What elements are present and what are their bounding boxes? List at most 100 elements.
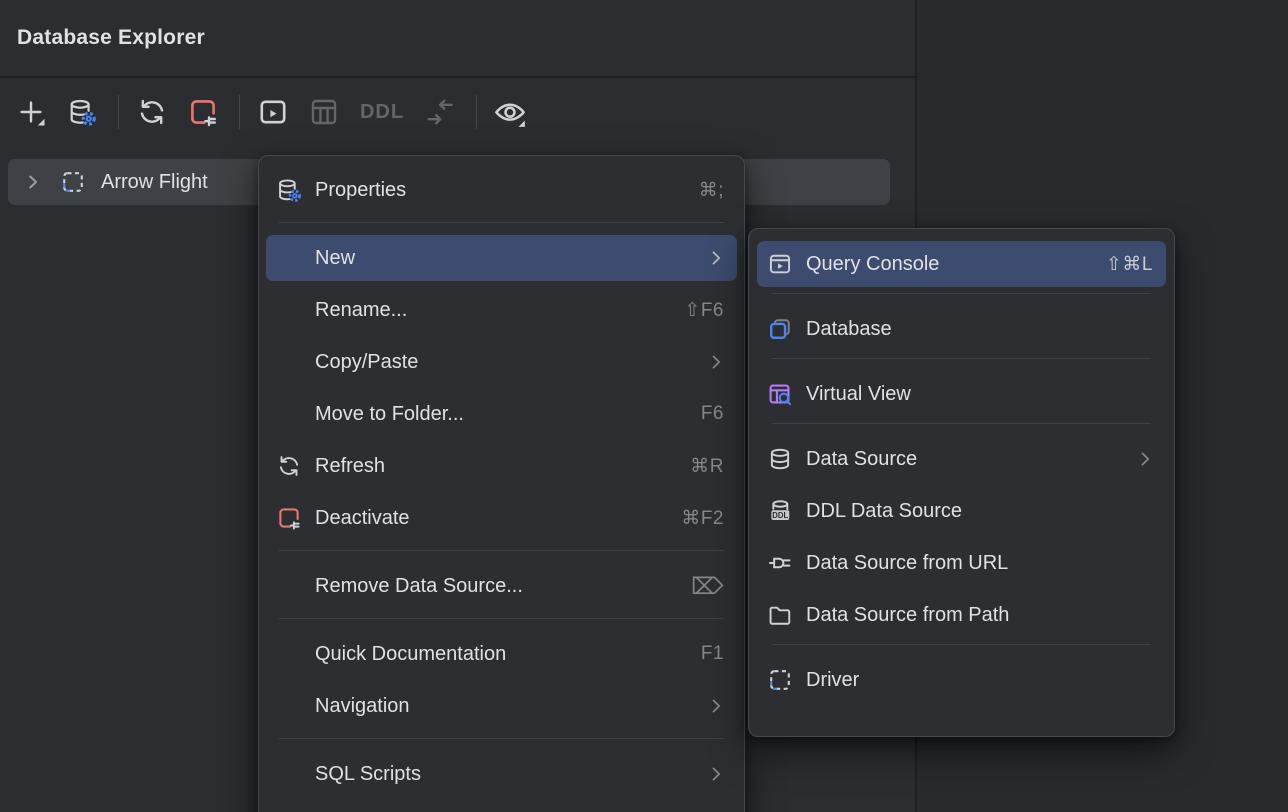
menu-item-shortcut: ⇧F6 (684, 299, 724, 322)
menu-item-shortcut: ⌘F2 (681, 507, 724, 530)
menu-item-properties[interactable]: Properties ⌘; (266, 167, 737, 213)
menu-item-remove-data-source[interactable]: Remove Data Source... ⌦ (266, 563, 737, 609)
menu-item-label: Copy/Paste (315, 351, 706, 374)
context-menu: Properties ⌘; New Rename... ⇧F6 Copy/Pas… (258, 155, 745, 812)
menu-item-label: Driver (806, 669, 1153, 692)
compare-button[interactable] (421, 93, 459, 131)
preview-button[interactable] (491, 93, 529, 131)
submenu-arrow-icon (706, 352, 726, 372)
menu-item-shortcut: F6 (701, 403, 724, 425)
deactivate-icon (187, 96, 219, 128)
menu-item-label: Rename... (315, 299, 684, 322)
data-source-icon (767, 446, 793, 472)
toolbar-separator (118, 95, 119, 129)
menu-item-label: SQL Scripts (315, 763, 706, 786)
menu-item-label: Data Source from Path (806, 604, 1153, 627)
compare-arrows-icon (424, 96, 456, 128)
menu-item-shortcut: ⌘; (699, 179, 724, 202)
submenu-item-ddl-data-source[interactable]: DDL DDL Data Source (757, 488, 1166, 534)
menu-item-label: DDL Data Source (806, 500, 1153, 523)
table-icon (308, 96, 340, 128)
submenu-item-query-console[interactable]: Query Console ⇧⌘L (757, 241, 1166, 287)
refresh-button[interactable] (133, 93, 171, 131)
menu-item-rename[interactable]: Rename... ⇧F6 (266, 287, 737, 333)
submenu-item-data-source-from-url[interactable]: Data Source from URL (757, 540, 1166, 586)
ddl-data-source-icon: DDL (767, 498, 793, 524)
submenu-arrow-icon (706, 248, 726, 268)
menu-item-sql-scripts[interactable]: SQL Scripts (266, 751, 737, 797)
menu-item-shortcut: ⇧⌘L (1106, 253, 1153, 276)
new-submenu: Query Console ⇧⌘L Database Virtual View (748, 228, 1175, 737)
menu-item-copy-paste[interactable]: Copy/Paste (266, 339, 737, 385)
menu-item-label: Virtual View (806, 383, 1153, 406)
menu-item-label: New (315, 247, 706, 270)
eye-icon (493, 95, 527, 129)
menu-separator (279, 550, 724, 551)
menu-item-label: Navigation (315, 695, 706, 718)
table-button[interactable] (305, 93, 343, 131)
menu-item-label: Quick Documentation (315, 643, 701, 666)
svg-text:DDL: DDL (772, 511, 788, 520)
toolbar-separator (476, 95, 477, 129)
tree-item-label: Arrow Flight (101, 171, 208, 194)
menu-separator (772, 293, 1151, 294)
add-button[interactable] (12, 93, 50, 131)
deactivate-button[interactable] (184, 93, 222, 131)
submenu-item-database[interactable]: Database (757, 306, 1166, 352)
submenu-arrow-icon (1135, 449, 1155, 469)
refresh-icon (136, 96, 168, 128)
ddl-button[interactable]: DDL (356, 93, 408, 131)
jump-to-query-console-button[interactable] (254, 93, 292, 131)
submenu-item-data-source[interactable]: Data Source (757, 436, 1166, 482)
menu-item-shortcut: F1 (701, 643, 724, 665)
panel-header: Database Explorer (0, 0, 915, 78)
menu-item-new[interactable]: New (266, 235, 737, 281)
submenu-item-driver[interactable]: Driver (757, 657, 1166, 703)
menu-item-deactivate[interactable]: Deactivate ⌘F2 (266, 495, 737, 541)
query-console-icon (257, 96, 289, 128)
menu-separator (279, 222, 724, 223)
menu-item-label: Properties (315, 179, 699, 202)
folder-icon (767, 602, 793, 628)
menu-item-label: Data Source from URL (806, 552, 1153, 575)
submenu-item-data-source-from-path[interactable]: Data Source from Path (757, 592, 1166, 638)
toolbar-separator (239, 95, 240, 129)
page-title: Database Explorer (17, 26, 205, 50)
driver-icon (767, 667, 793, 693)
menu-item-label: Remove Data Source... (315, 575, 691, 598)
menu-item-navigation[interactable]: Navigation (266, 683, 737, 729)
query-console-icon (767, 251, 793, 277)
menu-separator (772, 644, 1151, 645)
menu-item-refresh[interactable]: Refresh ⌘R (266, 443, 737, 489)
menu-item-label: Move to Folder... (315, 403, 701, 426)
refresh-icon (276, 453, 302, 479)
app-root: { "window": { "title": "Database Explore… (0, 0, 1288, 812)
delete-key-icon: ⌦ (691, 573, 724, 600)
menu-item-label: Query Console (806, 253, 1106, 276)
data-source-properties-button[interactable] (63, 93, 101, 131)
menu-item-shortcut: ⌘R (690, 455, 724, 478)
menu-separator (279, 618, 724, 619)
virtual-view-icon (767, 381, 793, 407)
plug-icon (767, 550, 793, 576)
menu-separator (279, 738, 724, 739)
menu-item-label: Refresh (315, 455, 690, 478)
submenu-arrow-icon (706, 696, 726, 716)
menu-item-label: Database (806, 318, 1153, 341)
database-icon (767, 316, 793, 342)
menu-item-move-to-folder[interactable]: Move to Folder... F6 (266, 391, 737, 437)
menu-item-label: Data Source (806, 448, 1135, 471)
menu-separator (772, 358, 1151, 359)
chevron-right-icon[interactable] (22, 171, 44, 193)
menu-item-quick-documentation[interactable]: Quick Documentation F1 (266, 631, 737, 677)
ddl-label: DDL (360, 101, 404, 124)
menu-separator (772, 423, 1151, 424)
plus-icon (16, 97, 46, 127)
driver-icon (60, 169, 86, 195)
deactivate-icon (276, 505, 302, 531)
submenu-arrow-icon (706, 764, 726, 784)
submenu-item-virtual-view[interactable]: Virtual View (757, 371, 1166, 417)
database-settings-icon (67, 97, 97, 127)
database-settings-icon (276, 177, 302, 203)
panel-toolbar: DDL (0, 78, 915, 146)
